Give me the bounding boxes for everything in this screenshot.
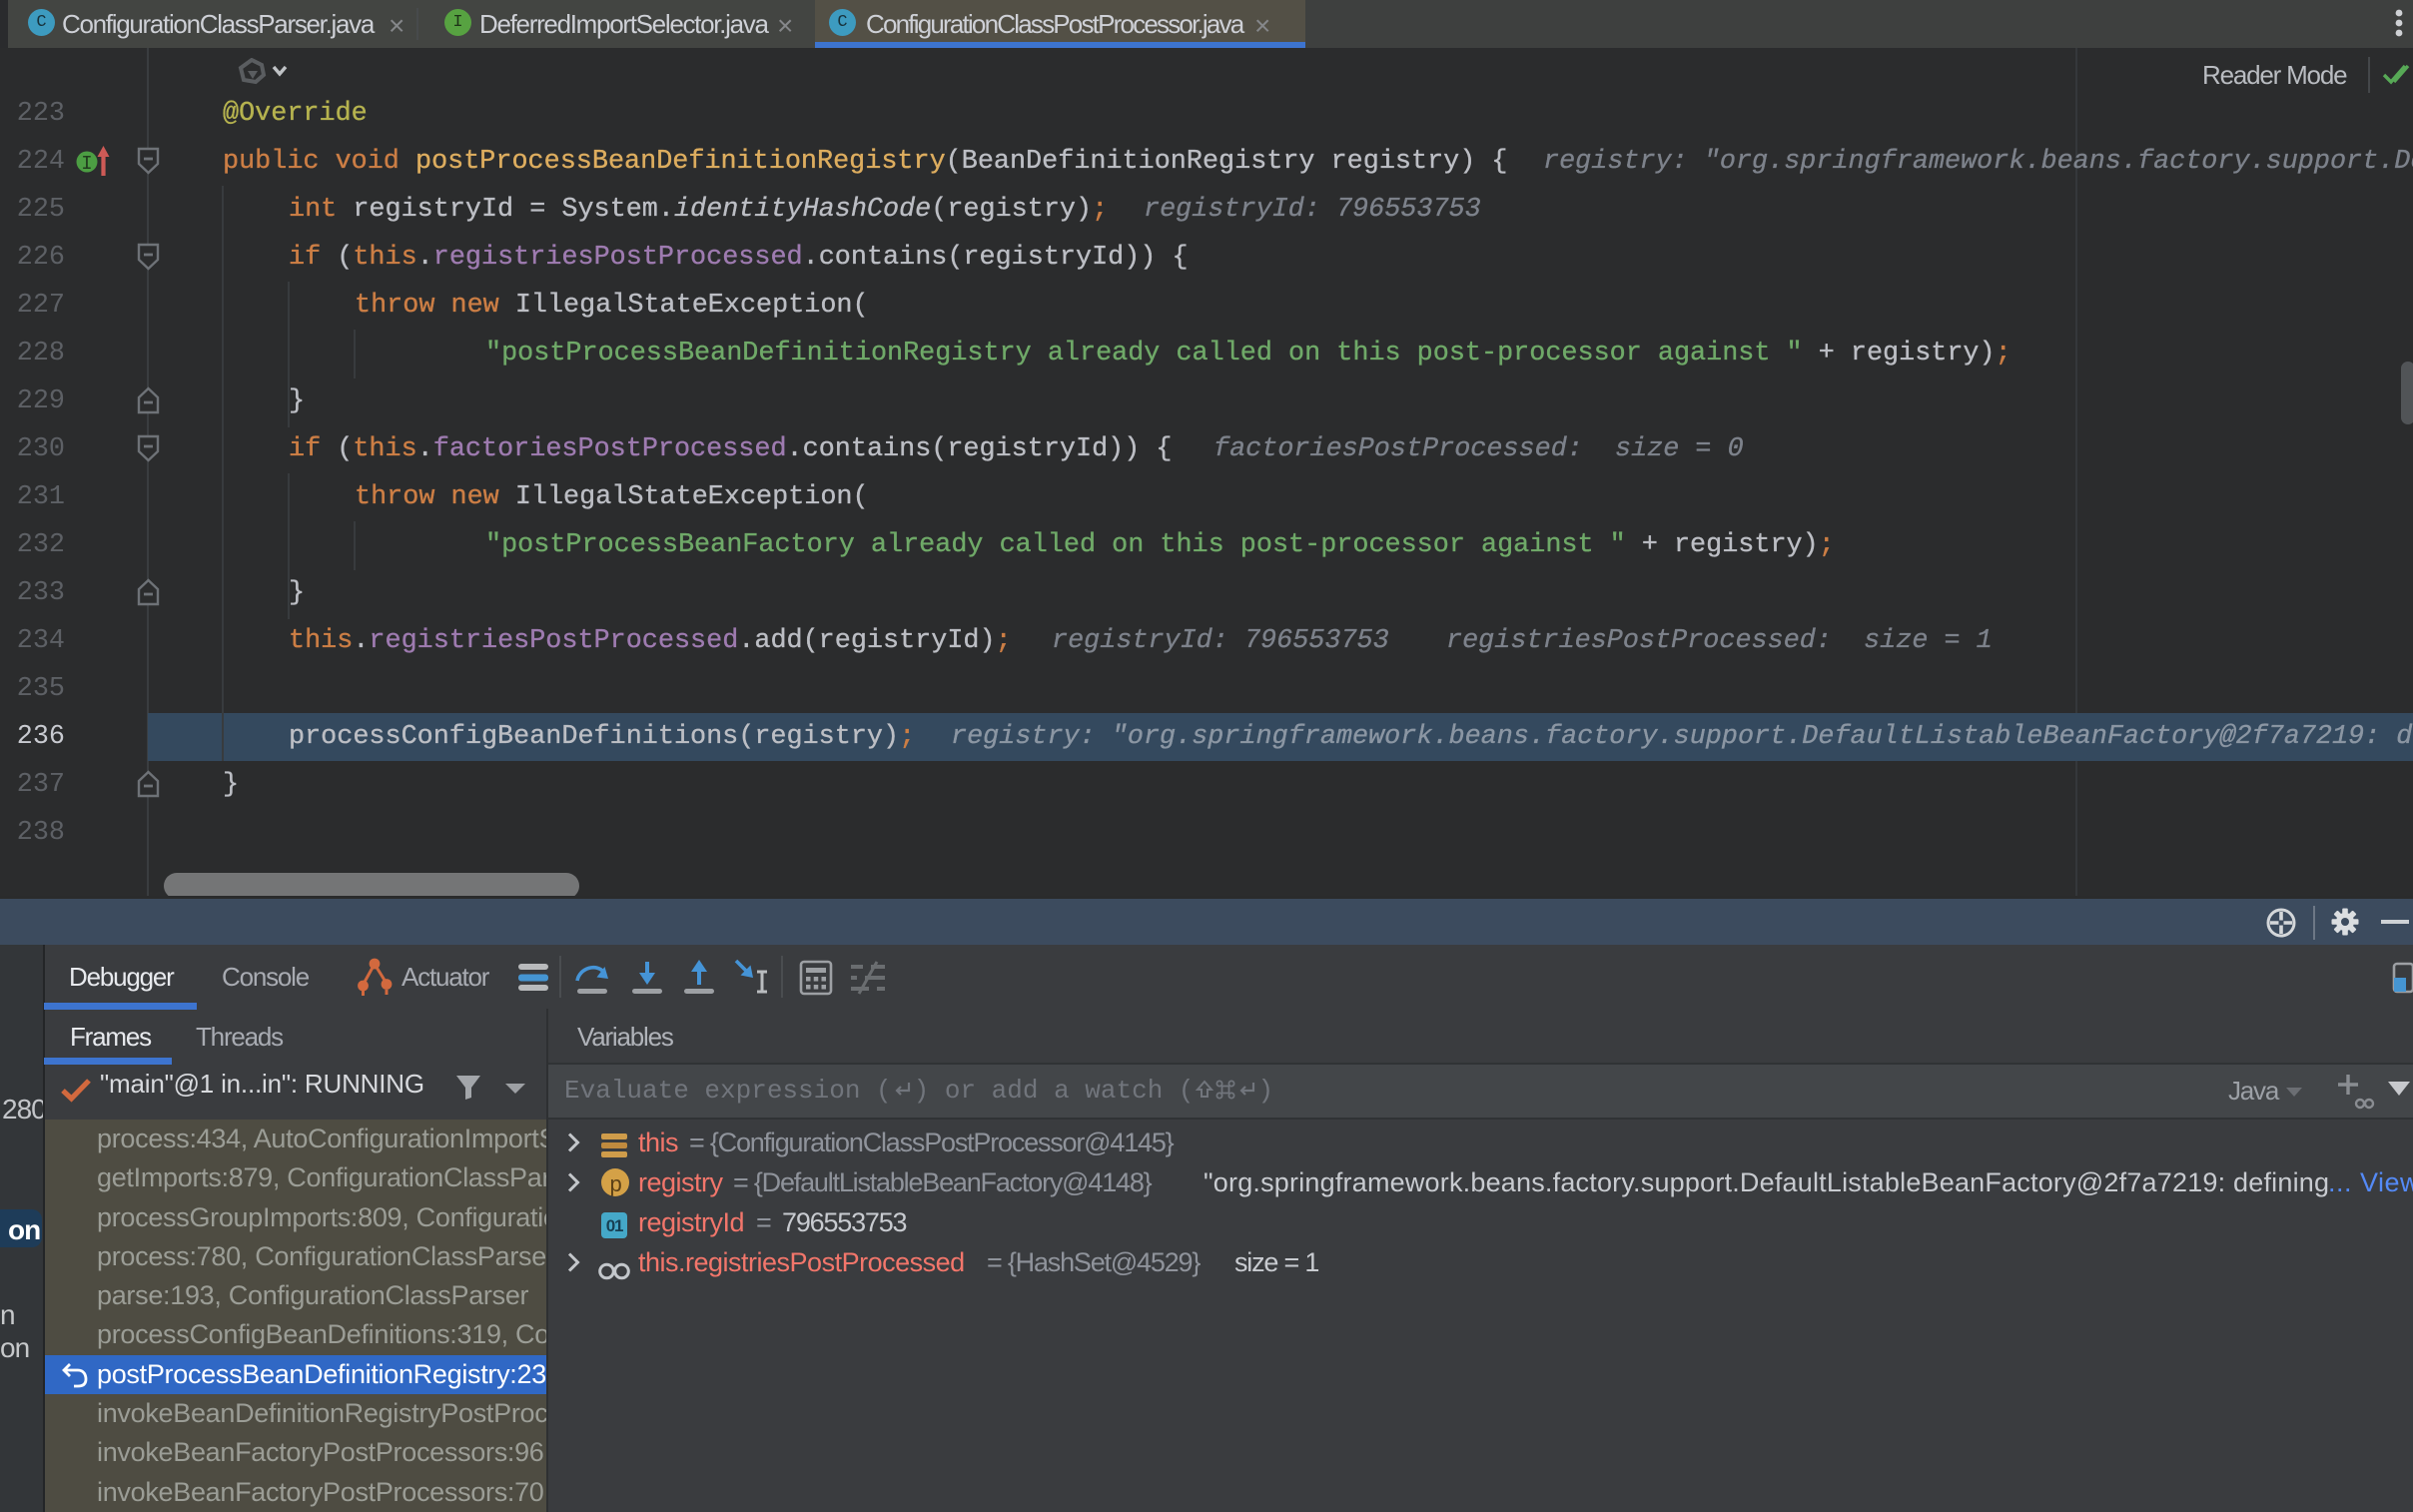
svg-text:p: p	[609, 1171, 621, 1196]
svg-text:I: I	[81, 153, 92, 175]
svg-text:01: 01	[606, 1216, 623, 1235]
